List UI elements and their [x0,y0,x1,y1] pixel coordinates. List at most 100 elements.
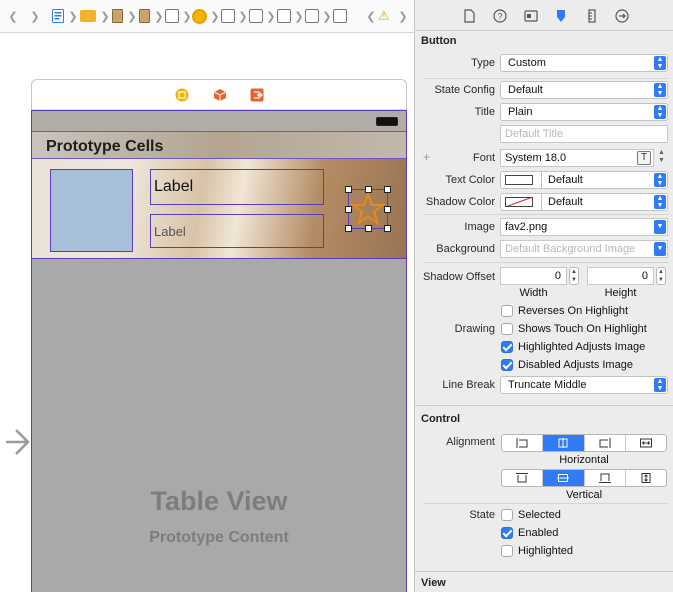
storyboard-file-icon[interactable] [112,9,123,23]
checkbox-box[interactable] [501,341,513,353]
back-chevron-icon[interactable]: ❮ [8,9,18,23]
vertical-alignment-control[interactable] [501,469,667,487]
state-config-label: State Config [434,84,495,96]
text-color-label: Text Color [445,174,495,186]
view-controller-icon[interactable] [175,88,189,102]
enabled-checkbox[interactable]: Enabled [501,525,558,541]
resize-handle[interactable] [345,225,352,232]
content-view-icon[interactable] [277,9,291,23]
quick-help-icon[interactable]: ? [493,9,507,23]
storyboard-canvas[interactable]: ❮ ❯ ❯ ❯ ❯ ❯ ❯ ❯ ❯ ❯ ❯ ❯ ❮ ⚠ ❯ Prototype … [0,0,414,592]
width-stepper[interactable]: ▲ ▼ [569,267,579,285]
table-view-placeholder-subtitle: Prototype Content [149,529,289,546]
align-middle-segment[interactable] [543,470,585,486]
connections-inspector-icon[interactable] [615,9,629,23]
line-break-value: Truncate Middle [508,379,587,391]
prototype-table-cell[interactable]: Label Label [32,159,406,259]
align-bottom-segment[interactable] [585,470,626,486]
type-popup[interactable]: Custom ▲ ▼ [500,54,668,72]
issue-back-chevron-icon[interactable]: ❮ [366,9,376,23]
attributes-inspector-icon[interactable] [554,9,568,23]
cell-title-label[interactable]: Label [150,169,324,205]
shows-touch-on-highlight-checkbox[interactable]: Shows Touch On Highlight [501,321,647,337]
reverses-on-highlight-checkbox[interactable]: Reverses On Highlight [501,303,628,319]
file-inspector-icon[interactable] [462,9,476,23]
vertical-caption: Vertical [565,489,603,501]
checkbox-box[interactable] [501,323,513,335]
font-size-stepper[interactable]: ▲ ▼ [658,149,665,165]
resize-handle[interactable] [365,225,372,232]
favorite-star-button[interactable] [345,186,391,232]
shadow-offset-width-field[interactable]: 0 [500,267,567,285]
resize-handle[interactable] [345,206,352,213]
align-right-segment[interactable] [585,435,626,451]
exit-icon[interactable] [250,88,264,102]
navigation-bar[interactable]: Prototype Cells [32,131,406,159]
combo-chevron-icon[interactable]: ▼ [654,242,666,256]
resize-handle[interactable] [345,186,352,193]
state-config-popup[interactable]: Default ▲ ▼ [500,81,668,99]
table-cell-icon[interactable] [249,9,263,23]
warning-icon[interactable]: ⚠ [378,8,390,23]
path-separator-icon: ❯ [68,10,78,23]
checkbox-box[interactable] [501,359,513,371]
horizontal-alignment-control[interactable] [501,434,667,452]
scene-icon[interactable] [165,9,179,23]
popup-chevrons-icon: ▲ ▼ [654,83,666,97]
identity-inspector-icon[interactable] [524,9,538,23]
text-color-popup[interactable]: Default ▲ ▼ [500,171,668,189]
resize-handle[interactable] [384,225,391,232]
image-combo-box[interactable]: fav2.png ▼ [500,218,668,236]
forward-chevron-icon[interactable]: ❯ [30,9,40,23]
background-combo-box[interactable]: Default Background Image ▼ [500,240,668,258]
align-top-segment[interactable] [502,470,544,486]
highlighted-adjusts-image-checkbox[interactable]: Highlighted Adjusts Image [501,339,645,355]
title-text-field[interactable]: Default Title [500,125,668,143]
storyboard-file-icon[interactable] [139,9,150,23]
control-section-title: Control [421,413,461,425]
checkbox-label: Reverses On Highlight [518,305,629,317]
title-type-popup[interactable]: Plain ▲ ▼ [500,103,668,121]
alignment-label: Alignment [446,436,495,448]
table-view[interactable]: Prototype Cells Label Label Table View P… [31,110,407,592]
font-field[interactable]: System 18.0 T [500,149,654,167]
resize-handle[interactable] [365,186,372,193]
size-inspector-icon[interactable] [585,9,599,23]
align-fill-segment[interactable] [626,435,666,451]
shadow-color-popup[interactable]: Default ▲ ▼ [500,193,668,211]
path-separator-icon: ❯ [154,10,164,23]
resize-handle[interactable] [384,206,391,213]
view-controller-icon[interactable] [192,9,207,24]
path-separator-icon: ❯ [322,10,332,23]
align-center-segment[interactable] [543,435,585,451]
button-element-icon[interactable] [333,9,347,23]
issue-forward-chevron-icon[interactable]: ❯ [398,9,408,23]
cell-image-view[interactable] [50,169,133,252]
font-picker-icon[interactable]: T [637,151,651,165]
table-view-controller-scene[interactable]: Prototype Cells Label Label Table View P… [31,79,407,592]
align-left-segment[interactable] [502,435,544,451]
line-break-popup[interactable]: Truncate Middle ▲ ▼ [500,376,668,394]
cell-subtitle-label[interactable]: Label [150,214,324,248]
selected-checkbox[interactable]: Selected [501,507,561,523]
checkbox-box[interactable] [501,509,513,521]
combo-chevron-icon[interactable]: ▼ [654,220,666,234]
align-fill-vertical-segment[interactable] [626,470,666,486]
table-view-icon[interactable] [221,9,235,23]
checkbox-box[interactable] [501,545,513,557]
shadow-color-label: Shadow Color [425,196,495,208]
shadow-offset-height-field[interactable]: 0 [587,267,654,285]
checkbox-box[interactable] [501,305,513,317]
popup-chevrons-icon: ▲ ▼ [654,173,666,187]
font-label: Font [472,152,495,164]
document-icon[interactable] [52,9,64,23]
stack-view-icon[interactable] [305,9,319,23]
folder-icon[interactable] [80,10,96,22]
highlighted-checkbox[interactable]: Highlighted [501,543,573,559]
checkbox-box[interactable] [501,527,513,539]
first-responder-icon[interactable] [213,88,227,102]
height-stepper[interactable]: ▲ ▼ [656,267,666,285]
state-config-value: Default [508,84,543,96]
resize-handle[interactable] [384,186,391,193]
disabled-adjusts-image-checkbox[interactable]: Disabled Adjusts Image [501,357,633,373]
